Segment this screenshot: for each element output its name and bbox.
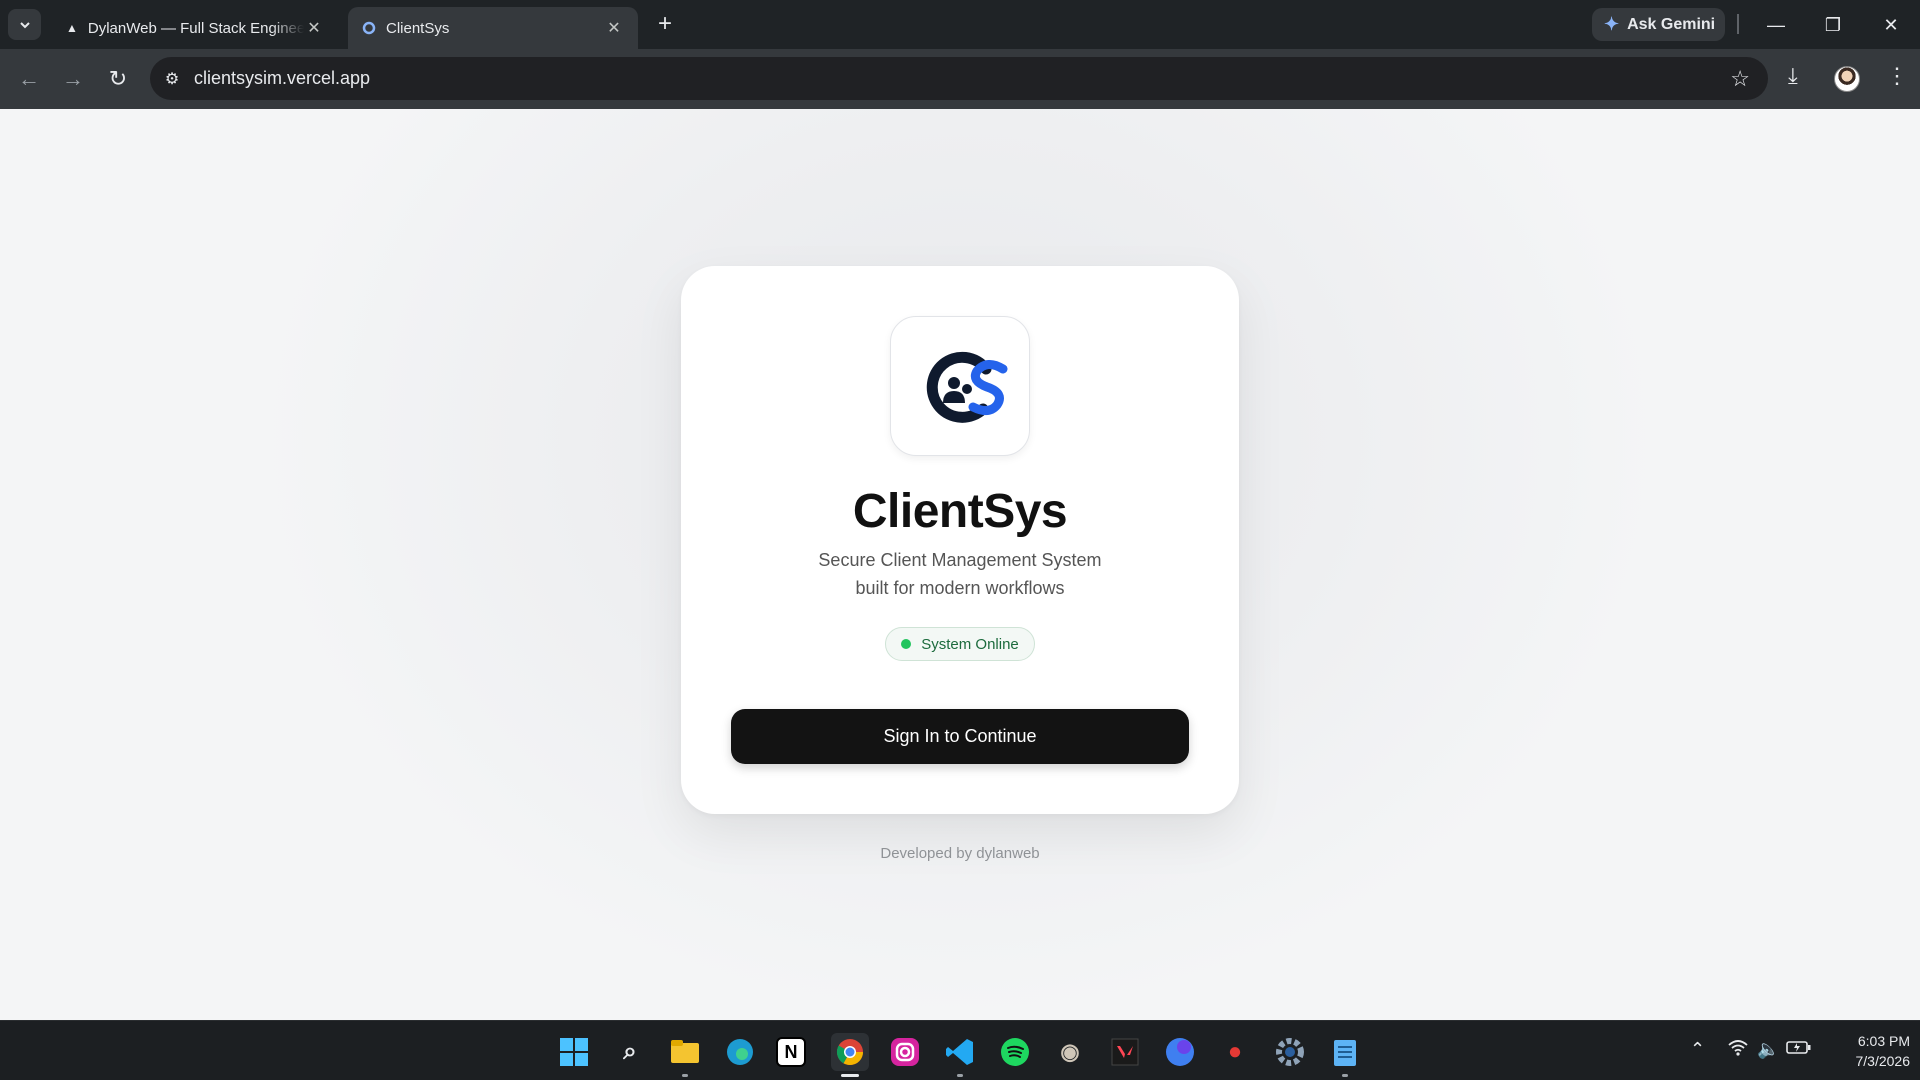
canva-icon[interactable] xyxy=(1161,1033,1199,1071)
avatar[interactable] xyxy=(1834,66,1860,92)
browser-toolbar: ← → ↻ ⚙ clientsysim.vercel.app ☆ ⤓ ⋮ xyxy=(0,49,1920,109)
settings-icon[interactable] xyxy=(1271,1033,1309,1071)
brand-title: ClientSys xyxy=(852,485,1068,538)
download-icon[interactable]: ⤓ xyxy=(1788,63,1798,89)
status-dot-icon xyxy=(901,639,912,649)
login-card: ClientSys Secure Client Management Syste… xyxy=(681,266,1239,814)
tab-clientsys[interactable]: ClientSys ✕ xyxy=(348,7,638,49)
restore-button[interactable]: ❐ xyxy=(1813,10,1853,40)
tab-search-button[interactable] xyxy=(8,9,41,40)
url-text: clientsysim.vercel.app xyxy=(194,68,371,88)
tagline: Secure Client Management System built fo… xyxy=(681,546,1239,602)
chevron-down-icon xyxy=(19,21,30,28)
close-tab-icon[interactable]: ✕ xyxy=(604,18,624,38)
logo-tile xyxy=(890,316,1030,456)
site-info-icon[interactable]: ⚙ xyxy=(150,69,194,89)
forward-button[interactable]: → xyxy=(55,61,91,97)
back-button[interactable]: ← xyxy=(11,61,47,97)
tab-title: DylanWeb — Full Stack Engineer xyxy=(87,19,304,37)
wifi-icon[interactable] xyxy=(1728,1039,1748,1062)
divider xyxy=(1737,14,1739,34)
clientsys-logo-icon xyxy=(926,351,1008,423)
system-clock[interactable]: 6:03 PM 7/3/2026 xyxy=(1830,1031,1911,1071)
chrome-icon[interactable] xyxy=(831,1033,869,1077)
tab-title: ClientSys xyxy=(386,19,450,37)
clientsys-favicon-icon xyxy=(362,21,376,35)
browser-tabstrip: ▲ DylanWeb — Full Stack Engineer ✕ Clien… xyxy=(0,0,1920,49)
clock-time: 6:03 PM xyxy=(1857,1033,1910,1049)
tab-dylanweb[interactable]: ▲ DylanWeb — Full Stack Engineer ✕ xyxy=(52,7,338,49)
search-icon[interactable]: ⌕ xyxy=(611,1033,649,1071)
file-explorer-icon[interactable] xyxy=(666,1033,704,1077)
tagline-line-2: built for modern workflows xyxy=(855,578,1065,598)
windows-start-icon[interactable] xyxy=(555,1033,593,1071)
close-tab-icon[interactable]: ✕ xyxy=(304,18,324,38)
edge-icon[interactable] xyxy=(721,1033,759,1071)
address-bar[interactable]: ⚙ clientsysim.vercel.app ☆ xyxy=(150,57,1768,100)
status-text: System Online xyxy=(921,635,1019,653)
close-window-button[interactable]: ✕ xyxy=(1871,10,1911,40)
clock-date: 7/3/2026 xyxy=(1855,1053,1911,1069)
taskbar: ⌕ N ◉ ● ⌃ 🔈 6:03 PM 7/3/2026 xyxy=(0,1020,1920,1080)
status-badge: System Online xyxy=(885,627,1035,661)
notepad-icon[interactable] xyxy=(1326,1033,1364,1077)
sign-in-button[interactable]: Sign In to Continue xyxy=(731,709,1189,764)
reload-button[interactable]: ↻ xyxy=(100,61,136,97)
vercel-triangle-icon: ▲ xyxy=(66,21,78,35)
gimp-icon[interactable]: ◉ xyxy=(1051,1033,1089,1071)
page-viewport: ClientSys Secure Client Management Syste… xyxy=(0,109,1920,1020)
spotify-icon[interactable] xyxy=(996,1033,1034,1071)
tomato-timer-icon[interactable]: ● xyxy=(1216,1033,1254,1071)
menu-kebab-icon[interactable]: ⋮ xyxy=(1886,63,1908,89)
battery-icon[interactable] xyxy=(1786,1039,1812,1060)
instagram-icon[interactable] xyxy=(886,1033,924,1071)
ask-gemini-label: Ask Gemini xyxy=(1627,15,1716,33)
new-tab-button[interactable]: + xyxy=(652,12,678,38)
bookmark-star-icon[interactable]: ☆ xyxy=(1730,66,1750,92)
minimize-button[interactable]: — xyxy=(1756,10,1796,40)
vscode-icon[interactable] xyxy=(941,1033,979,1077)
gemini-sparkle-icon: ✦ xyxy=(1604,14,1620,34)
chevron-up-icon[interactable]: ⌃ xyxy=(1690,1039,1705,1060)
footer-credit: Developed by dylanweb xyxy=(880,845,1040,862)
ask-gemini-button[interactable]: ✦ Ask Gemini xyxy=(1592,8,1725,41)
notion-icon[interactable]: N xyxy=(776,1037,806,1067)
valorant-icon[interactable] xyxy=(1106,1033,1144,1071)
volume-icon[interactable]: 🔈 xyxy=(1757,1039,1779,1060)
tagline-line-1: Secure Client Management System xyxy=(818,550,1102,570)
